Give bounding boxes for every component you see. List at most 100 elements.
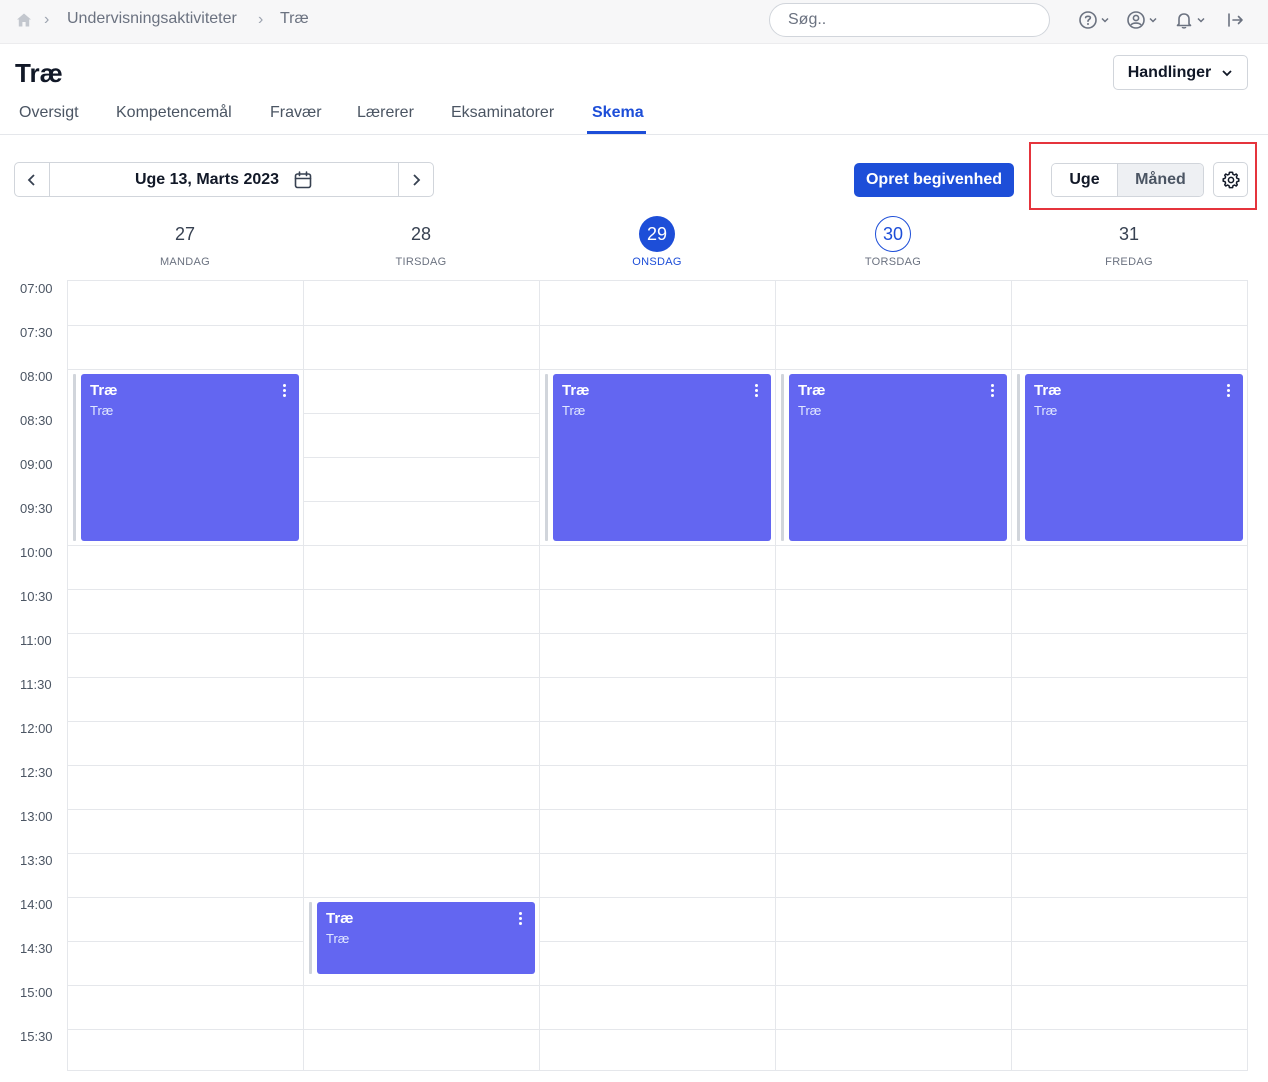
- calendar-event[interactable]: Træ Træ: [81, 374, 299, 541]
- day-header-fredag[interactable]: 31 FREDAG: [1011, 216, 1247, 269]
- menu-dot: [1227, 384, 1230, 387]
- grid-line: [540, 853, 776, 854]
- grid-line: [540, 589, 776, 590]
- chevron-down-icon: [1149, 17, 1157, 23]
- view-week-button[interactable]: Uge: [1052, 164, 1118, 196]
- event-title: Træ: [1034, 382, 1062, 399]
- time-label: 14:30: [20, 941, 53, 956]
- day-name: MANDAG: [159, 256, 211, 268]
- menu-dot: [283, 389, 286, 392]
- menu-dot: [519, 912, 522, 915]
- grid-line: [776, 853, 1012, 854]
- tab-fravaer[interactable]: Fravær: [270, 104, 322, 122]
- calendar-event[interactable]: Træ Træ: [1025, 374, 1243, 541]
- event-drag-handle[interactable]: [309, 902, 312, 974]
- time-label: 13:30: [20, 853, 53, 868]
- grid-line: [68, 325, 304, 326]
- grid-line: [304, 897, 540, 898]
- grid-line: [540, 765, 776, 766]
- more-vertical-icon[interactable]: [1225, 383, 1233, 399]
- event-drag-handle[interactable]: [1017, 374, 1020, 541]
- time-label: 08:00: [20, 369, 53, 384]
- grid-line: [1012, 1029, 1248, 1030]
- grid-line: [540, 545, 776, 546]
- grid-line: [68, 545, 304, 546]
- grid-line: [776, 589, 1012, 590]
- user-menu[interactable]: [1126, 9, 1158, 31]
- tab-skema[interactable]: Skema: [592, 104, 644, 122]
- event-drag-handle[interactable]: [781, 374, 784, 541]
- tab-kompetencemal[interactable]: Kompetencemål: [116, 104, 232, 122]
- home-icon[interactable]: [16, 12, 32, 28]
- day-header-mandag[interactable]: 27 MANDAG: [67, 216, 303, 269]
- grid-line: [304, 325, 540, 326]
- more-vertical-icon[interactable]: [281, 383, 289, 399]
- more-vertical-icon[interactable]: [989, 383, 997, 399]
- tab-oversigt[interactable]: Oversigt: [19, 104, 79, 122]
- column-divider: [303, 281, 304, 1070]
- grid-line: [68, 677, 304, 678]
- calendar-event[interactable]: Træ Træ: [317, 902, 535, 974]
- grid-line: [776, 941, 1012, 942]
- time-label: 15:00: [20, 985, 53, 1000]
- chevron-left-icon: [27, 173, 35, 186]
- grid-line: [1012, 809, 1248, 810]
- event-drag-handle[interactable]: [73, 374, 76, 541]
- day-header-torsdag[interactable]: 30 TORSDAG: [775, 216, 1011, 268]
- grid-line: [1012, 765, 1248, 766]
- event-title: Træ: [562, 382, 590, 399]
- day-name: FREDAG: [1105, 256, 1153, 268]
- event-drag-handle[interactable]: [545, 374, 548, 541]
- user-icon: [1127, 11, 1145, 29]
- actions-label: Handlinger: [1127, 63, 1212, 81]
- calendar-event[interactable]: Træ Træ: [789, 374, 1007, 541]
- menu-dot: [991, 384, 994, 387]
- tab-eksaminatorer[interactable]: Eksaminatorer: [451, 104, 554, 122]
- grid-line: [68, 809, 304, 810]
- grid-line: [540, 1029, 776, 1030]
- grid-line: [1012, 897, 1248, 898]
- date-picker-button[interactable]: Uge 13, Marts 2023: [50, 163, 398, 196]
- event-title: Træ: [90, 382, 118, 399]
- chevron-right-icon: ›: [258, 11, 264, 28]
- day-header-tirsdag[interactable]: 28 TIRSDAG: [303, 216, 539, 269]
- help-menu[interactable]: [1078, 9, 1110, 31]
- tab-laerere[interactable]: Lærerer: [357, 104, 414, 122]
- view-month-button[interactable]: Måned: [1118, 164, 1203, 196]
- grid-line: [1012, 633, 1248, 634]
- menu-dot: [755, 389, 758, 392]
- day-header-onsdag[interactable]: 29 ONSDAG: [539, 216, 775, 268]
- grid-line: [304, 369, 540, 370]
- grid-line: [1012, 545, 1248, 546]
- grid-line: [776, 809, 1012, 810]
- previous-week-button[interactable]: [15, 163, 50, 196]
- more-vertical-icon[interactable]: [753, 383, 761, 399]
- grid-line: [1012, 985, 1248, 986]
- breadcrumb-item[interactable]: Undervisningsaktiviteter: [67, 10, 237, 28]
- time-label: 14:00: [20, 897, 53, 912]
- page-title: Træ: [15, 58, 63, 88]
- actions-dropdown[interactable]: Handlinger: [1113, 55, 1248, 90]
- grid-line: [304, 413, 540, 414]
- calendar-settings-button[interactable]: [1213, 162, 1248, 197]
- time-label: 12:30: [20, 765, 53, 780]
- top-bar: › Undervisningsaktiviteter › Træ: [0, 0, 1268, 44]
- next-week-button[interactable]: [398, 163, 433, 196]
- time-label: 09:00: [20, 457, 53, 472]
- search-input[interactable]: [769, 3, 1050, 37]
- grid-line: [540, 325, 776, 326]
- day-name: TORSDAG: [864, 256, 922, 268]
- event-title: Træ: [326, 910, 354, 927]
- more-vertical-icon[interactable]: [517, 911, 525, 927]
- menu-dot: [283, 394, 286, 397]
- create-event-button[interactable]: Opret begivenhed: [854, 163, 1014, 197]
- logout-button[interactable]: [1226, 9, 1246, 31]
- bell-icon: [1176, 13, 1192, 29]
- grid-line: [540, 897, 776, 898]
- time-label: 09:30: [20, 501, 53, 516]
- grid-line: [68, 1029, 304, 1030]
- notifications-menu[interactable]: [1174, 9, 1206, 31]
- week-grid[interactable]: Træ Træ Træ Træ Træ Træ Træ Træ Træ Træ: [67, 280, 1248, 1071]
- grid-line: [776, 721, 1012, 722]
- calendar-event[interactable]: Træ Træ: [553, 374, 771, 541]
